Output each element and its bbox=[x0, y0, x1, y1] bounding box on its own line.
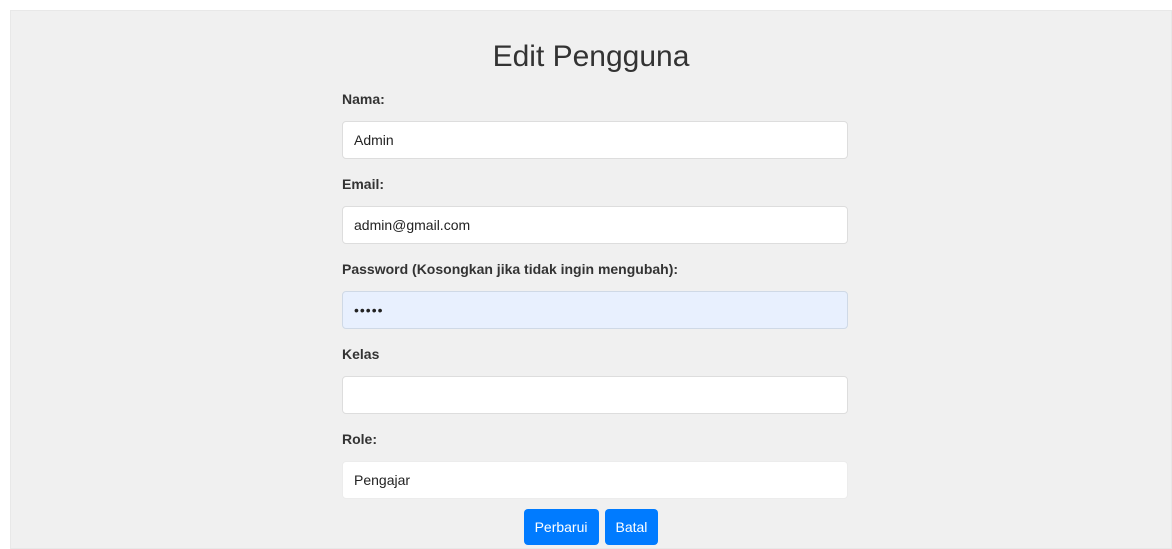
cancel-button[interactable]: Batal bbox=[604, 509, 659, 545]
form-actions: Perbarui Batal bbox=[11, 509, 1171, 545]
password-input[interactable] bbox=[342, 291, 848, 329]
email-input[interactable] bbox=[342, 206, 848, 244]
nama-label: Nama: bbox=[342, 91, 385, 107]
kelas-label: Kelas bbox=[342, 346, 380, 362]
role-select[interactable]: Pengajar bbox=[342, 461, 848, 499]
password-label: Password (Kosongkan jika tidak ingin men… bbox=[342, 261, 679, 277]
edit-user-form: Nama: Email: Password (Kosongkan jika ti… bbox=[342, 91, 848, 516]
kelas-input[interactable] bbox=[342, 376, 848, 414]
edit-user-panel: Edit Pengguna Nama: Email: Password (Kos… bbox=[10, 10, 1172, 549]
role-label: Role: bbox=[342, 431, 377, 447]
page-title: Edit Pengguna bbox=[492, 40, 690, 73]
update-button[interactable]: Perbarui bbox=[523, 509, 599, 545]
email-label: Email: bbox=[342, 176, 385, 192]
nama-input[interactable] bbox=[342, 121, 848, 159]
